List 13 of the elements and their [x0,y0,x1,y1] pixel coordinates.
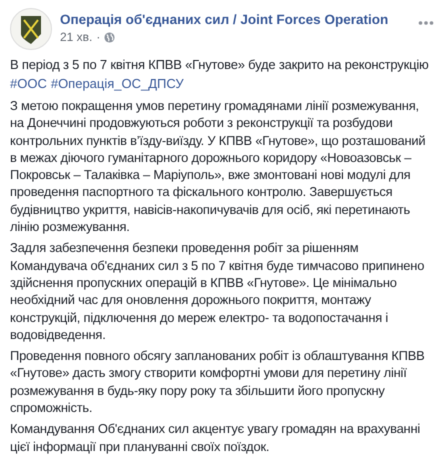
post-paragraph: Задля забезпечення безпеки проведення робіт за рішенням Командувача об'єднаних сил з 5 по 7 квітня буде тимчасово припинено здійснення пропускних операцій в КПВВ «Гнутове». Це мінімально необхідний час для оновлення дорожнього покриття, монтажу конструкцій, підключення до мереж електро- та водопостачання і водовідведення. [10,239,426,344]
post-headline: В період з 5 по 7 квітня КПВВ «Гнутове» буде закрито на реконструкцію [10,56,430,74]
separator: · [96,30,100,44]
globe-icon [104,32,116,42]
hashtag-link[interactable]: #ООС [10,74,47,93]
post-paragraph: Командування Об'єднаних сил акцентує увагу громадян на врахуванні цієї інформації при плануванні своїх поїздок. [10,420,422,455]
post-paragraph: З метою покращення умов перетину громадянами лінії розмежування, на Донеччині продовжуються роботи з реконструкції та розбудови контрольних пунктів в’їзду-виїзду. У КПВВ «Гнутове», що розташований в межах діючого гуманітарного дорожнього коридору «Новоазовськ – Покровськ – Талаківка – Маріуполь», вже змонтовані нові модулі для проведення паспортного та фіскального контролю. Завершується будівництво укриття, навісів-накопичувачів для осіб, які перетинають лінію розмежування. [10,97,426,236]
post-time[interactable]: 21 хв. [60,30,92,44]
hashtag-link[interactable]: #Операція_ОС_ДПСУ [50,74,184,93]
page-avatar[interactable] [10,8,52,50]
page-name-link[interactable]: Операція об'єднаних сил / Joint Forces Operation [60,12,410,27]
more-options-icon[interactable] [418,20,434,26]
post-paragraph: Проведення повного обсягу запланованих робіт із облаштування КПВВ «Гнутове» дасть змогу створити комфортні умови для перетину лінії розмежування в будь-яку пору року та збільшити його пропускну спроможність. [10,347,426,416]
